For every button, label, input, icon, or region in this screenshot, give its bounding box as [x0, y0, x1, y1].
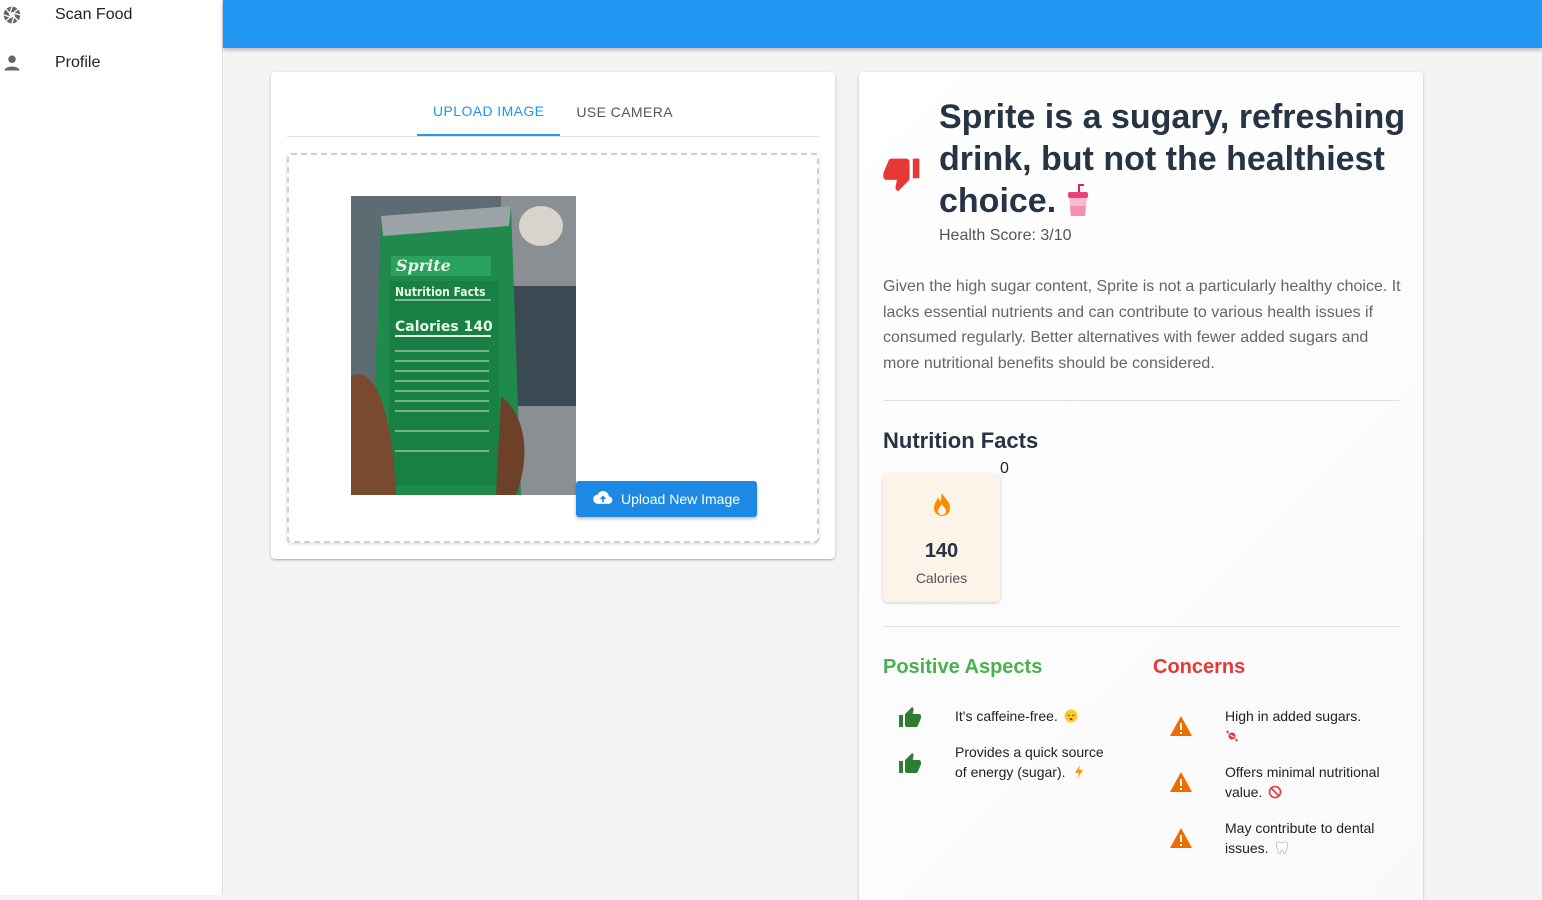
calories-label: Calories [915, 570, 968, 586]
positive-item-text: It's caffeine-free. [955, 706, 1115, 726]
item-text: May contribute to dental issues. [1225, 820, 1375, 856]
concern-item-text: High in added sugars. [1225, 706, 1385, 746]
sidebar: Scan Food Profile [0, 0, 223, 895]
divider [883, 626, 1399, 627]
cup-with-straw-icon [1066, 184, 1090, 218]
camera-aperture-icon [1, 4, 23, 26]
thumb-up-icon [899, 706, 923, 730]
thumb-up-icon [899, 752, 923, 776]
upload-card: UPLOAD IMAGE USE CAMERA Sprite Nutrition… [271, 72, 835, 559]
sidebar-item-label: Profile [55, 54, 101, 71]
result-description: Given the high sugar content, Sprite is … [883, 278, 1401, 372]
warning-icon [1169, 771, 1193, 795]
svg-text:Sprite: Sprite [396, 256, 451, 275]
svg-text:Nutrition Facts: Nutrition Facts [395, 285, 486, 299]
upload-new-image-button[interactable]: Upload New Image [576, 481, 757, 517]
warning-icon [1169, 715, 1193, 739]
uploaded-food-image: Sprite Nutrition Facts Calories 140 [351, 196, 576, 495]
analysis-result-card: Sprite is a sugary, refreshing drink, bu… [859, 72, 1423, 900]
image-dropzone[interactable]: Sprite Nutrition Facts Calories 140 Uplo… [287, 153, 819, 543]
lightning-icon [1072, 764, 1086, 779]
tooth-icon [1275, 840, 1289, 855]
stray-zero-value: 0 [1000, 460, 1009, 477]
calories-card: 140 Calories [883, 474, 1000, 602]
nutrition-facts-title: Nutrition Facts [883, 428, 1039, 453]
divider [883, 400, 1399, 401]
result-headline: Sprite is a sugary, refreshing drink, bu… [939, 96, 1409, 222]
headline-text: Sprite is a sugary, refreshing drink, bu… [939, 98, 1406, 220]
person-icon [1, 52, 23, 74]
tab-bar: UPLOAD IMAGE USE CAMERA [287, 88, 819, 137]
warning-icon [1169, 827, 1193, 851]
concerns-title: Concerns [1153, 656, 1246, 678]
svg-text:Calories 140: Calories 140 [395, 319, 493, 335]
cloud-upload-icon [593, 490, 613, 509]
positive-aspects-title: Positive Aspects [883, 656, 1043, 678]
upload-button-label: Upload New Image [620, 491, 741, 507]
app-bar [223, 0, 1542, 48]
candy-icon [1225, 728, 1239, 742]
sidebar-item-profile[interactable]: Profile [0, 43, 222, 83]
concern-item-text: Offers minimal nutritional value. [1225, 762, 1385, 802]
calories-value: 140 [924, 540, 959, 562]
item-text: High in added sugars. [1225, 708, 1362, 724]
sleeping-face-icon [1064, 708, 1078, 723]
tab-upload-image[interactable]: UPLOAD IMAGE [417, 88, 561, 136]
flame-icon [931, 493, 953, 517]
positive-item-text: Provides a quick source of energy (sugar… [955, 742, 1115, 782]
concern-item-text: May contribute to dental issues. [1225, 818, 1385, 858]
prohibited-icon [1268, 784, 1282, 799]
thumb-down-icon [883, 157, 923, 193]
sidebar-item-label: Scan Food [55, 6, 133, 23]
sidebar-item-scan-food[interactable]: Scan Food [0, 0, 222, 35]
health-score: Health Score: 3/10 [939, 227, 1072, 244]
item-text: It's caffeine-free. [955, 708, 1058, 724]
tab-use-camera[interactable]: USE CAMERA [560, 88, 689, 136]
item-text: Offers minimal nutritional value. [1225, 764, 1380, 800]
